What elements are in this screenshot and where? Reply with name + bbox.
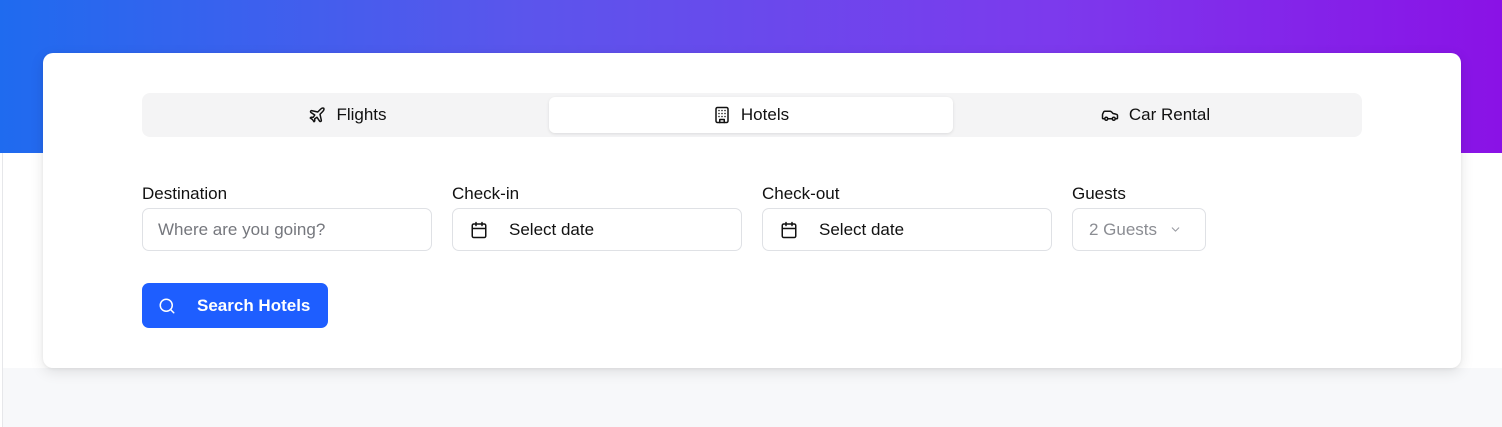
tab-flights-label: Flights bbox=[336, 105, 387, 124]
tab-hotels[interactable]: Hotels bbox=[549, 97, 953, 133]
chevron-down-icon bbox=[1171, 227, 1180, 232]
destination-input[interactable] bbox=[143, 219, 431, 240]
guests-select[interactable]: 2 Guests bbox=[1072, 208, 1206, 251]
search-icon bbox=[159, 298, 175, 313]
plane-icon bbox=[309, 107, 326, 123]
tab-car-rental-label: Car Rental bbox=[1128, 105, 1211, 124]
check-in-label: Check-in bbox=[452, 184, 520, 203]
check-out-value: Select date bbox=[819, 219, 905, 239]
building-icon bbox=[715, 106, 729, 124]
search-card: Flights Hotels Car Rental Destination Ch… bbox=[43, 53, 1461, 368]
search-hotels-label: Search Hotels bbox=[197, 295, 311, 315]
check-in-value: Select date bbox=[509, 219, 595, 239]
search-hotels-button[interactable]: Search Hotels bbox=[142, 283, 328, 328]
car-icon bbox=[1101, 110, 1119, 121]
destination-field bbox=[142, 208, 432, 251]
guests-value: 2 Guests bbox=[1089, 219, 1158, 239]
tab-flights[interactable]: Flights bbox=[146, 97, 549, 133]
calendar-icon bbox=[471, 221, 487, 238]
booking-type-tabs: Flights Hotels Car Rental bbox=[142, 93, 1362, 137]
calendar-icon bbox=[781, 221, 797, 238]
check-in-date-picker[interactable]: Select date bbox=[452, 208, 742, 251]
page-footer-area bbox=[3, 368, 1502, 427]
tab-hotels-label: Hotels bbox=[740, 105, 790, 124]
destination-label: Destination bbox=[142, 184, 228, 203]
guests-label: Guests bbox=[1072, 184, 1126, 203]
check-out-date-picker[interactable]: Select date bbox=[762, 208, 1052, 251]
check-out-label: Check-out bbox=[762, 184, 840, 203]
tab-car-rental[interactable]: Car Rental bbox=[953, 97, 1358, 133]
